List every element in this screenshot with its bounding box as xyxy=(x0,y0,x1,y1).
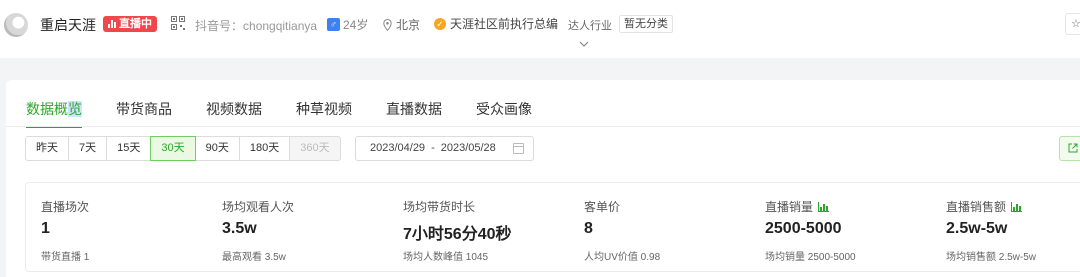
range-360d: 360天 xyxy=(289,136,341,161)
tab-data-overview[interactable]: 数据概览 xyxy=(26,99,82,128)
metric-value: 2500-5000 xyxy=(765,220,842,237)
chevron-down-icon[interactable] xyxy=(578,38,590,50)
metric-label: 场均带货时长 xyxy=(403,200,476,214)
tab-audience[interactable]: 受众画像 xyxy=(476,99,532,128)
profile-header: 重启天涯 直播中 抖音号：chongqitianya ♂ 24岁 北京 ✓ 天涯… xyxy=(0,0,1080,58)
verified-title: ✓ 天涯社区前执行总编 xyxy=(434,15,558,32)
qr-code-icon[interactable] xyxy=(171,16,185,30)
location-tag: 北京 xyxy=(383,16,420,33)
male-icon: ♂ xyxy=(327,18,340,31)
date-range-picker[interactable]: 2023/04/29 - 2023/05/28 xyxy=(355,136,534,161)
metrics-panel: 直播场次 1 带货直播 1 场均观看人次 3.5w 最高观看 3.5w 场均带货… xyxy=(25,182,1080,272)
tab-data-overview-label: 数据概览 xyxy=(26,101,82,117)
header-action-button[interactable]: ☆ xyxy=(1065,13,1080,35)
industry-label: 达人行业 xyxy=(568,20,612,32)
date-separator: - xyxy=(431,142,435,154)
export-icon xyxy=(1068,143,1078,153)
verified-title-text: 天涯社区前执行总编 xyxy=(450,17,559,31)
metric-label: 客单价 xyxy=(584,200,621,214)
range-90d[interactable]: 90天 xyxy=(194,136,240,161)
tab-seeding-videos[interactable]: 种草视频 xyxy=(296,99,352,128)
range-30d[interactable]: 30天 xyxy=(150,136,196,161)
metric-value: 7小时56分40秒 xyxy=(403,226,512,243)
data-overview-card: 数据概览 带货商品 视频数据 种草视频 直播数据 受众画像 昨天 7天 15天 … xyxy=(6,80,1080,277)
range-180d[interactable]: 180天 xyxy=(238,136,291,161)
metric-sub: 人均UV价值 0.98 xyxy=(584,252,661,263)
location-pin-icon xyxy=(383,18,392,31)
metric-sub: 带货直播 1 xyxy=(41,252,90,263)
age-value: 24岁 xyxy=(343,18,369,32)
metric-label: 场均观看人次 xyxy=(222,200,295,214)
live-badge[interactable]: 直播中 xyxy=(103,16,157,32)
bar-chart-icon[interactable] xyxy=(818,201,830,212)
tab-video-data[interactable]: 视频数据 xyxy=(206,99,262,128)
avatar[interactable] xyxy=(4,13,28,37)
douyin-id-value: chongqitianya xyxy=(243,19,318,33)
metric-sub: 场均销量 2500-5000 xyxy=(765,252,856,263)
range-15d[interactable]: 15天 xyxy=(106,136,152,161)
date-end: 2023/05/28 xyxy=(440,142,496,154)
metric-value: 3.5w xyxy=(222,220,257,237)
metric-value: 1 xyxy=(41,220,50,237)
metric-sub: 场均人数峰值 1045 xyxy=(403,252,489,263)
live-badge-label: 直播中 xyxy=(119,18,152,30)
location-value: 北京 xyxy=(396,18,421,32)
verified-check-icon: ✓ xyxy=(434,17,446,30)
calendar-icon xyxy=(513,143,524,154)
range-yesterday[interactable]: 昨天 xyxy=(25,136,69,161)
metric-sub: 最高观看 3.5w xyxy=(222,252,286,263)
category-tag: 暂无分类 xyxy=(619,15,673,33)
douyin-label: 抖音号： xyxy=(195,19,244,33)
metric-label: 直播销售额 xyxy=(946,198,1023,215)
tab-bar: 数据概览 带货商品 视频数据 种草视频 直播数据 受众画像 xyxy=(26,99,566,128)
date-start: 2023/04/29 xyxy=(370,142,426,154)
live-bars-icon xyxy=(108,20,116,28)
tab-live-data[interactable]: 直播数据 xyxy=(386,99,442,128)
tab-divider xyxy=(6,126,1080,127)
metric-sub: 场均销售额 2.5w-5w xyxy=(946,252,1037,263)
douyin-id: 抖音号：chongqitianya xyxy=(195,17,317,34)
metric-value: 8 xyxy=(584,220,593,237)
export-button[interactable] xyxy=(1059,136,1080,161)
metric-label: 直播场次 xyxy=(41,200,90,214)
date-range-selector: 昨天 7天 15天 30天 90天 180天 360天 xyxy=(25,136,341,161)
tab-products[interactable]: 带货商品 xyxy=(116,99,172,128)
metric-value: 2.5w-5w xyxy=(946,220,1008,237)
profile-name: 重启天涯 xyxy=(40,17,96,33)
metric-label: 直播销量 xyxy=(765,198,830,215)
bar-chart-icon[interactable] xyxy=(1011,201,1023,212)
range-7d[interactable]: 7天 xyxy=(68,136,108,161)
age-tag: ♂ 24岁 xyxy=(327,16,368,33)
